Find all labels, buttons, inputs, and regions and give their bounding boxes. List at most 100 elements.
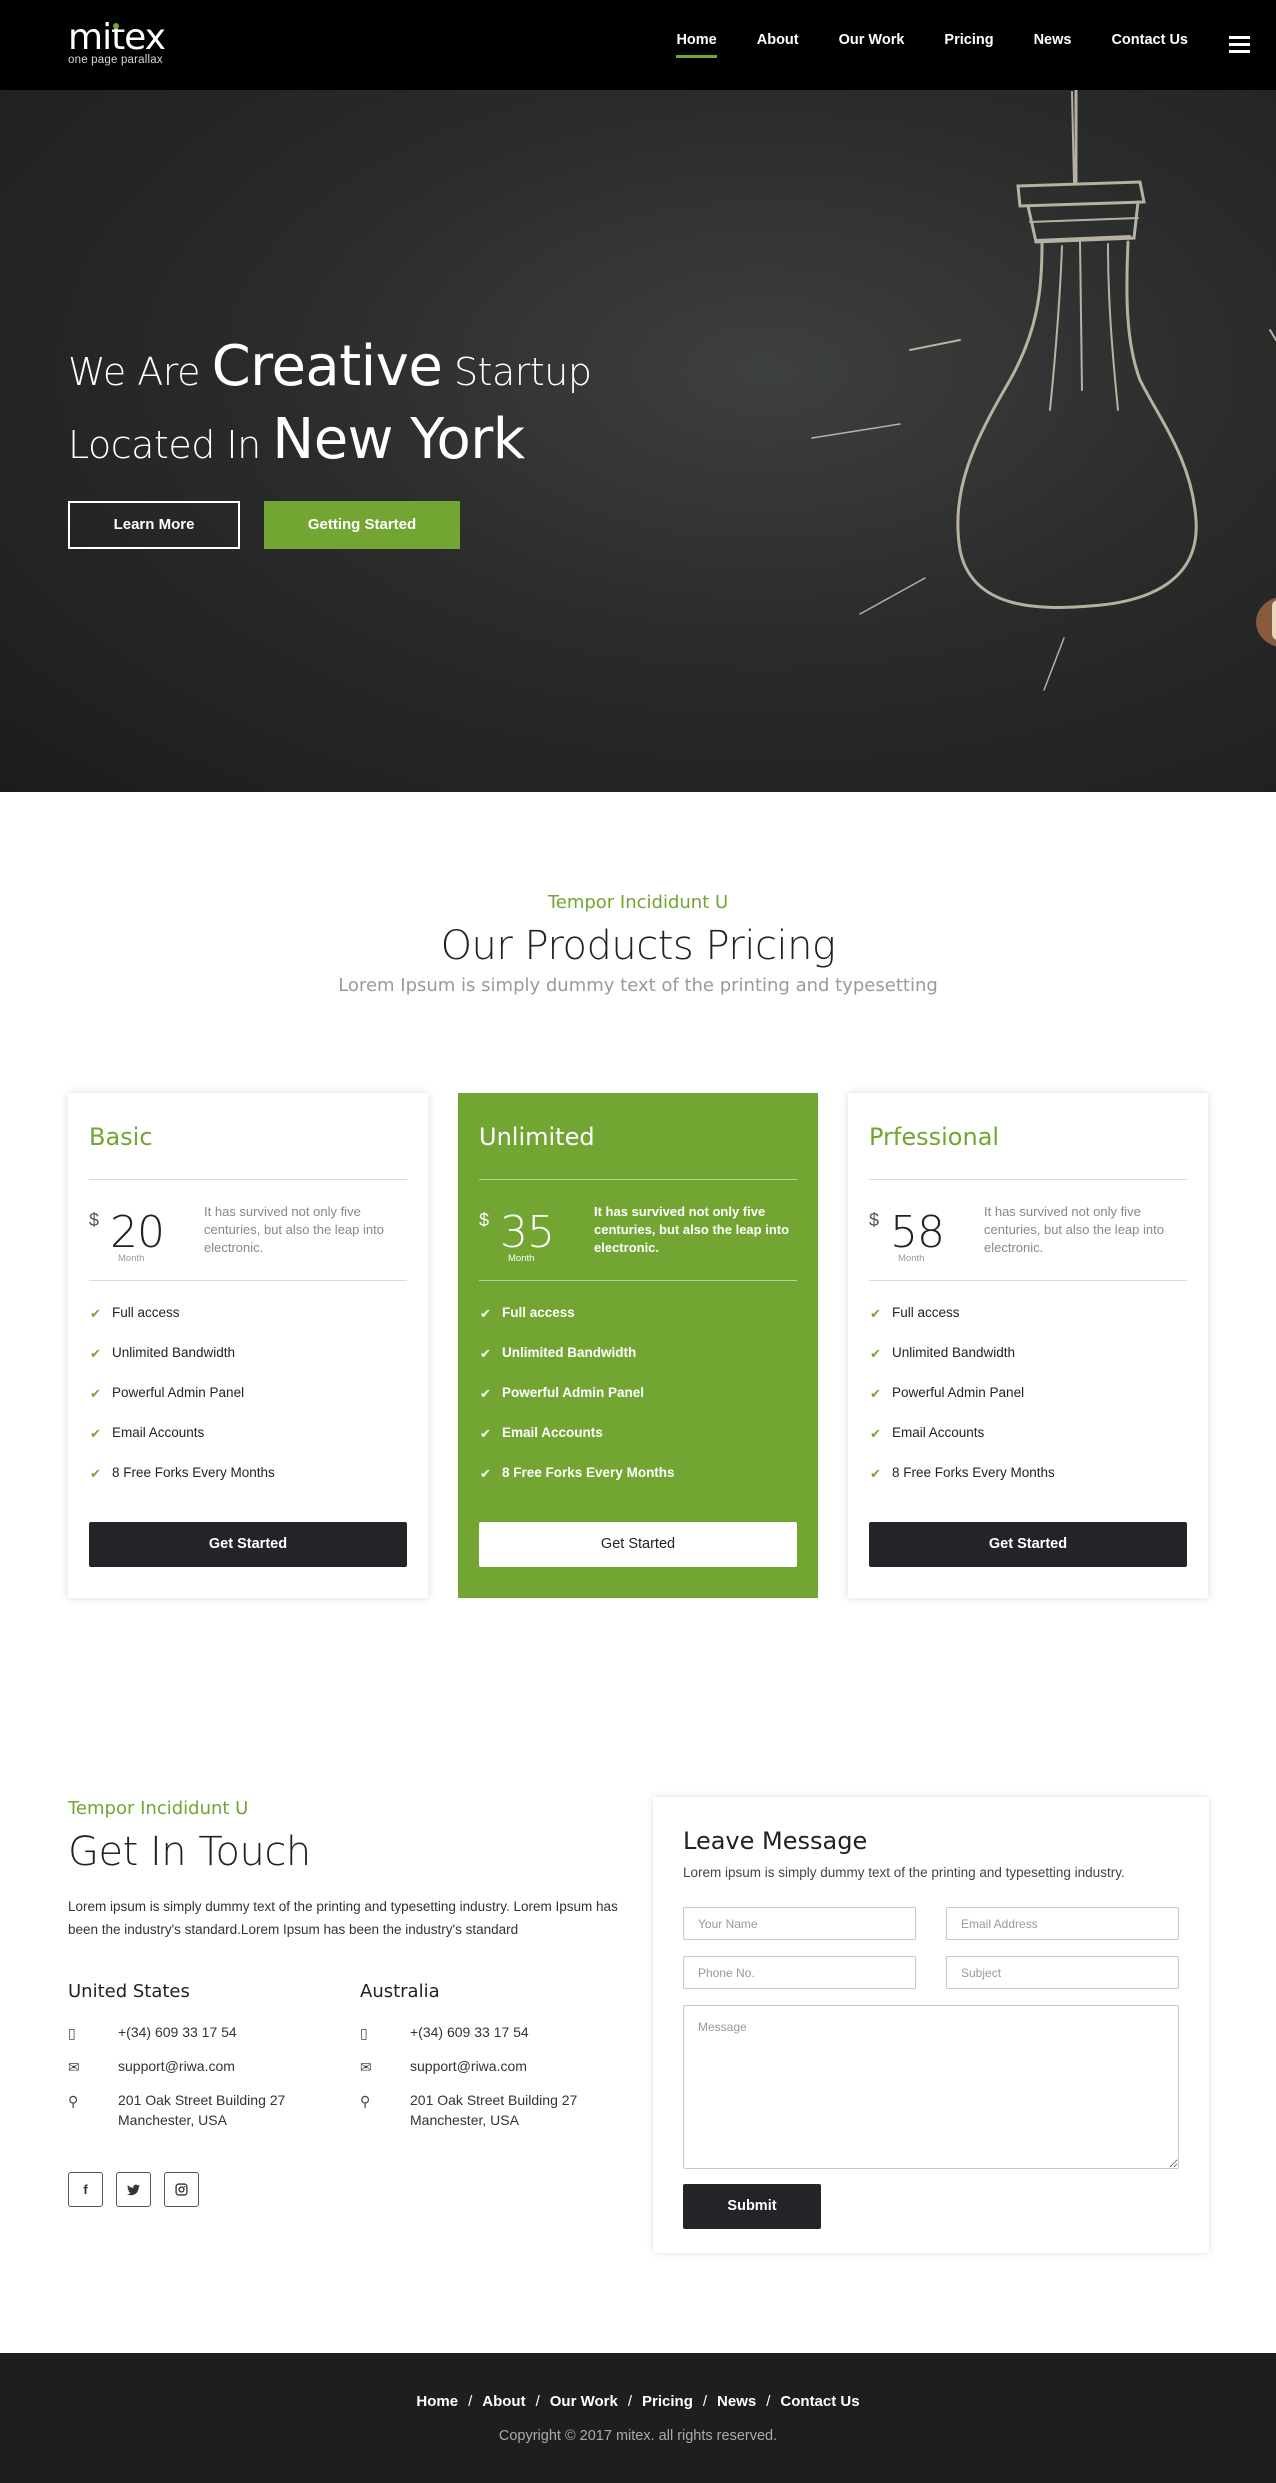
check-icon: ✔ bbox=[90, 1466, 101, 1481]
feature-item: ✔ Email Accounts bbox=[90, 1425, 205, 1441]
office-name: United States bbox=[68, 1981, 190, 2002]
name-input[interactable] bbox=[683, 1907, 916, 1940]
feature-item: ✔ Unlimited Bandwidth bbox=[870, 1345, 1016, 1361]
contact-info-section: Tempor Incididunt U Get In Touch Lorem i… bbox=[68, 1798, 628, 2207]
footer-link-about[interactable]: About bbox=[482, 2393, 525, 2410]
nav-contact-us[interactable]: Contact Us bbox=[1111, 32, 1188, 48]
logo-dot bbox=[113, 23, 119, 29]
price-period: Month bbox=[508, 1253, 535, 1264]
contact-text: Lorem ipsum is simply dummy text of the … bbox=[68, 1899, 618, 1937]
check-icon: ✔ bbox=[870, 1466, 881, 1481]
office-phone: ▯ +(34) 609 33 17 54 bbox=[360, 2024, 529, 2041]
nav-about[interactable]: About bbox=[757, 32, 799, 48]
plan-name: Basic bbox=[89, 1093, 407, 1180]
feature-item: ✔ Powerful Admin Panel bbox=[480, 1385, 645, 1401]
nav-pricing[interactable]: Pricing bbox=[944, 32, 993, 48]
check-icon: ✔ bbox=[480, 1386, 491, 1401]
price-amount: 58 bbox=[890, 1207, 945, 1258]
subject-input[interactable] bbox=[946, 1956, 1179, 1989]
nav-home[interactable]: Home bbox=[676, 32, 718, 58]
pricing-title: Our Products Pricing bbox=[440, 923, 836, 969]
footer-link-news[interactable]: News bbox=[717, 2393, 756, 2410]
feature-item: ✔ 8 Free Forks Every Months bbox=[480, 1465, 675, 1481]
hero-line1-pre: We Are bbox=[68, 350, 200, 394]
office-email[interactable]: ✉ support@riwa.com bbox=[68, 2056, 328, 2076]
get-started-button[interactable]: Get Started bbox=[479, 1522, 797, 1567]
feature-item: ✔ 8 Free Forks Every Months bbox=[870, 1465, 1055, 1481]
phone-input[interactable] bbox=[683, 1956, 916, 1989]
hero-line1-post: Startup bbox=[453, 350, 592, 394]
get-started-button[interactable]: Get Started bbox=[869, 1522, 1187, 1567]
hero-section: We Are Creative Startup Located In New Y… bbox=[0, 90, 1276, 792]
check-icon: ✔ bbox=[90, 1306, 101, 1321]
instagram-icon[interactable] bbox=[164, 2172, 199, 2207]
plan-description: It has survived not only five centuries,… bbox=[594, 1204, 790, 1255]
getting-started-button[interactable]: Getting Started bbox=[264, 501, 460, 549]
plan-name: Prfessional bbox=[869, 1093, 1187, 1180]
nav-our-work[interactable]: Our Work bbox=[839, 32, 905, 48]
price-row: $ 20 Month It has survived not only five… bbox=[89, 1180, 407, 1281]
envelope-icon: ✉ bbox=[68, 2059, 80, 2075]
currency-symbol: $ bbox=[869, 1210, 880, 1230]
pricing-card-unlimited: Unlimited $ 35 Month It has survived not… bbox=[458, 1093, 818, 1598]
check-icon: ✔ bbox=[90, 1386, 101, 1401]
twitter-icon[interactable] bbox=[116, 2172, 151, 2207]
feature-item: ✔ Email Accounts bbox=[480, 1425, 603, 1441]
mobile-phone-icon: ▯ bbox=[360, 2025, 368, 2041]
feature-item: ✔ Unlimited Bandwidth bbox=[90, 1345, 236, 1361]
currency-symbol: $ bbox=[479, 1210, 490, 1230]
nav-news[interactable]: News bbox=[1034, 32, 1072, 48]
currency-symbol: $ bbox=[89, 1210, 100, 1230]
feature-item: ✔ Full access bbox=[870, 1305, 960, 1321]
office-address: ⚲ 201 Oak Street Building 27 Manchester,… bbox=[360, 2092, 578, 2128]
email-input[interactable] bbox=[946, 1907, 1179, 1940]
pricing-card-basic: Basic $ 20 Month It has survived not onl… bbox=[68, 1093, 428, 1598]
pricing-subtitle: Lorem Ipsum is simply dummy text of the … bbox=[338, 975, 938, 996]
get-started-button[interactable]: Get Started bbox=[89, 1522, 407, 1567]
price-amount: 35 bbox=[500, 1207, 555, 1258]
footer-link-contact-us[interactable]: Contact Us bbox=[780, 2393, 859, 2410]
check-icon: ✔ bbox=[90, 1426, 101, 1441]
feature-item: ✔ Full access bbox=[90, 1305, 180, 1321]
feature-list: ✔ Full access ✔ Unlimited Bandwidth ✔ Power… bbox=[89, 1281, 407, 1504]
office-phone: ▯ +(34) 609 33 17 54 bbox=[68, 2024, 237, 2041]
check-icon: ✔ bbox=[870, 1346, 881, 1361]
check-icon: ✔ bbox=[870, 1386, 881, 1401]
feature-item: ✔ Powerful Admin Panel bbox=[870, 1385, 1025, 1401]
brand-logo[interactable]: mitex one page parallax bbox=[68, 18, 166, 67]
form-subtitle: Lorem ipsum is simply dummy text of the … bbox=[683, 1865, 1125, 1880]
price-period: Month bbox=[898, 1253, 925, 1264]
copyright-text: Copyright © 2017 mitex. all rights reser… bbox=[498, 2428, 778, 2444]
hero-line2-pre: Located In bbox=[68, 423, 261, 467]
form-title: Leave Message bbox=[683, 1827, 868, 1855]
learn-more-button[interactable]: Learn More bbox=[68, 501, 240, 549]
check-icon: ✔ bbox=[480, 1466, 491, 1481]
footer-link-our-work[interactable]: Our Work bbox=[550, 2393, 618, 2410]
feature-item: ✔ Unlimited Bandwidth bbox=[480, 1345, 637, 1361]
mobile-phone-icon: ▯ bbox=[68, 2025, 76, 2041]
footer: Home / About / Our Work / Pricing / News / Contact… bbox=[0, 2353, 1276, 2483]
footer-link-home[interactable]: Home bbox=[416, 2393, 458, 2410]
office-email[interactable]: ✉ support@riwa.com bbox=[360, 2056, 620, 2076]
hamburger-icon[interactable] bbox=[1229, 36, 1250, 53]
office-united-states: United States ▯ +(34) 609 33 17 54 ✉ sup… bbox=[68, 1981, 328, 2144]
submit-button[interactable]: Submit bbox=[683, 2184, 821, 2229]
hero-line2-big: New York bbox=[272, 407, 525, 472]
envelope-icon: ✉ bbox=[360, 2059, 372, 2075]
contact-title: Get In Touch bbox=[68, 1829, 311, 1875]
hero-line1-big: Creative bbox=[211, 334, 443, 399]
check-icon: ✔ bbox=[480, 1426, 491, 1441]
feature-list: ✔ Full access ✔ Unlimited Bandwidth ✔ Power… bbox=[869, 1281, 1187, 1504]
plan-name: Unlimited bbox=[479, 1093, 797, 1180]
map-pin-icon: ⚲ bbox=[360, 2093, 371, 2109]
price-row: $ 35 Month It has survived not only five… bbox=[479, 1180, 797, 1281]
office-australia: Australia ▯ +(34) 609 33 17 54 ✉ support… bbox=[360, 1981, 620, 2144]
plan-description: It has survived not only five centuries,… bbox=[984, 1204, 1164, 1255]
feature-item: ✔ Full access bbox=[480, 1305, 575, 1321]
message-textarea[interactable] bbox=[683, 2005, 1179, 2169]
check-icon: ✔ bbox=[480, 1346, 491, 1361]
plan-description: It has survived not only five centuries,… bbox=[204, 1204, 384, 1255]
price-period: Month bbox=[118, 1253, 145, 1264]
footer-link-pricing[interactable]: Pricing bbox=[642, 2393, 693, 2410]
facebook-icon[interactable]: f bbox=[68, 2172, 103, 2207]
